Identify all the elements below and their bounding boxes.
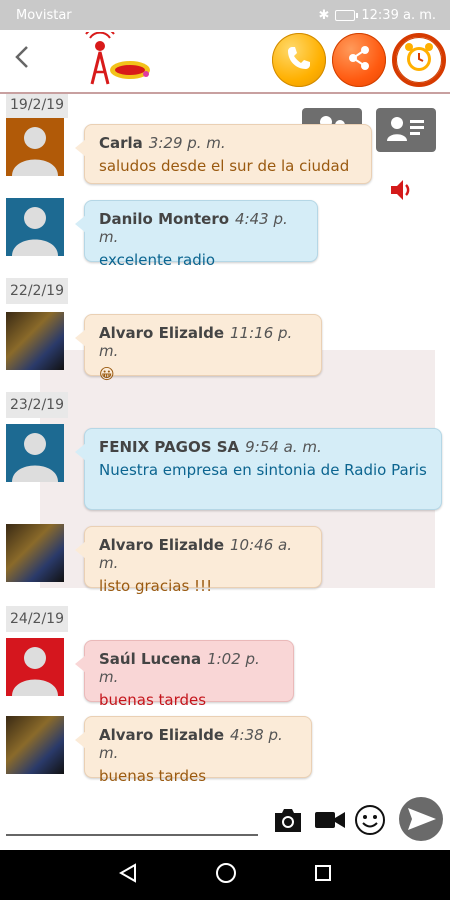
message-bubble[interactable]: Alvaro Elizalde 10:46 a. m. listo gracias… bbox=[75, 526, 322, 595]
avatar bbox=[6, 118, 64, 176]
date-separator: 24/2/19 bbox=[6, 606, 68, 632]
person-icon bbox=[6, 127, 64, 176]
message-composer bbox=[0, 794, 450, 850]
app-toolbar bbox=[0, 26, 450, 94]
message-text: excelente radio bbox=[99, 251, 216, 269]
person-icon bbox=[6, 433, 64, 482]
back-nav-button[interactable] bbox=[117, 862, 139, 888]
send-button[interactable] bbox=[398, 796, 444, 846]
back-button[interactable] bbox=[8, 42, 36, 78]
person-icon bbox=[6, 647, 64, 696]
sender-name: Danilo Montero bbox=[99, 210, 230, 228]
avatar bbox=[6, 716, 64, 774]
carrier-label: Movistar bbox=[16, 7, 72, 23]
share-button[interactable] bbox=[332, 33, 386, 87]
sender-name: Alvaro Elizalde bbox=[99, 324, 225, 342]
phone-icon bbox=[284, 43, 314, 77]
message-text: 😀 bbox=[99, 365, 115, 383]
alarm-clock-icon bbox=[402, 41, 436, 79]
emoji-button[interactable] bbox=[352, 804, 388, 840]
avatar bbox=[6, 312, 64, 370]
message-text: listo gracias !!! bbox=[99, 577, 213, 595]
input-underline bbox=[6, 834, 258, 836]
video-button[interactable] bbox=[312, 804, 348, 840]
message-bubble[interactable]: Alvaro Elizalde 4:38 p. m. buenas tardes bbox=[75, 716, 312, 785]
recents-nav-button[interactable] bbox=[313, 863, 333, 887]
contact-card-button[interactable] bbox=[376, 108, 436, 152]
avatar bbox=[6, 198, 64, 256]
chat-list[interactable]: 19/2/19 Carla 3:29 p. m. saludos desde el… bbox=[0, 94, 450, 794]
person-icon bbox=[6, 207, 64, 256]
message-time: 3:29 p. m. bbox=[148, 134, 226, 152]
sender-name: Carla bbox=[99, 134, 143, 152]
video-camera-icon bbox=[313, 808, 347, 836]
radio-logo bbox=[78, 26, 158, 88]
message-bubble[interactable]: Saúl Lucena 1:02 p. m. buenas tardes bbox=[75, 640, 294, 709]
message-bubble[interactable]: FENIX PAGOS SA 9:54 a. m. Nuestra empresa… bbox=[75, 428, 442, 510]
sender-name: Alvaro Elizalde bbox=[99, 536, 225, 554]
date-separator: 22/2/19 bbox=[6, 278, 68, 304]
battery-icon bbox=[335, 9, 359, 21]
message-bubble[interactable]: Danilo Montero 4:43 p. m. excelente radio bbox=[75, 200, 318, 269]
message-text: buenas tardes bbox=[99, 767, 207, 785]
system-nav-bar bbox=[0, 850, 450, 900]
message-bubble[interactable]: Carla 3:29 p. m. saludos desde el sur de … bbox=[75, 124, 372, 184]
avatar bbox=[6, 524, 64, 582]
bluetooth-icon: ✱ bbox=[318, 7, 330, 23]
clock-label: 12:39 a. m. bbox=[361, 7, 436, 23]
camera-button[interactable] bbox=[270, 804, 306, 840]
message-text: Nuestra empresa en sintonia de Radio Par… bbox=[99, 461, 427, 479]
call-button[interactable] bbox=[272, 33, 326, 87]
share-icon bbox=[344, 43, 374, 77]
contact-card-icon bbox=[386, 114, 426, 146]
camera-icon bbox=[272, 806, 304, 838]
sender-name: Saúl Lucena bbox=[99, 650, 202, 668]
message-time: 9:54 a. m. bbox=[245, 438, 322, 456]
send-icon bbox=[398, 796, 444, 846]
sender-name: Alvaro Elizalde bbox=[99, 726, 225, 744]
alarm-button[interactable] bbox=[392, 33, 446, 87]
message-bubble[interactable]: Alvaro Elizalde 11:16 p. m. 😀 bbox=[75, 314, 322, 383]
avatar bbox=[6, 424, 64, 482]
status-bar: Movistar ✱ 12:39 a. m. bbox=[0, 0, 450, 30]
smiley-icon bbox=[354, 804, 386, 840]
avatar bbox=[6, 638, 64, 696]
speaker-icon[interactable] bbox=[388, 176, 416, 204]
message-input[interactable] bbox=[6, 802, 262, 838]
date-separator: 23/2/19 bbox=[6, 392, 68, 418]
sender-name: FENIX PAGOS SA bbox=[99, 438, 240, 456]
message-text: saludos desde el sur de la ciudad bbox=[99, 157, 350, 175]
home-nav-button[interactable] bbox=[214, 861, 238, 889]
message-text: buenas tardes bbox=[99, 691, 207, 709]
date-separator: 19/2/19 bbox=[6, 94, 68, 118]
